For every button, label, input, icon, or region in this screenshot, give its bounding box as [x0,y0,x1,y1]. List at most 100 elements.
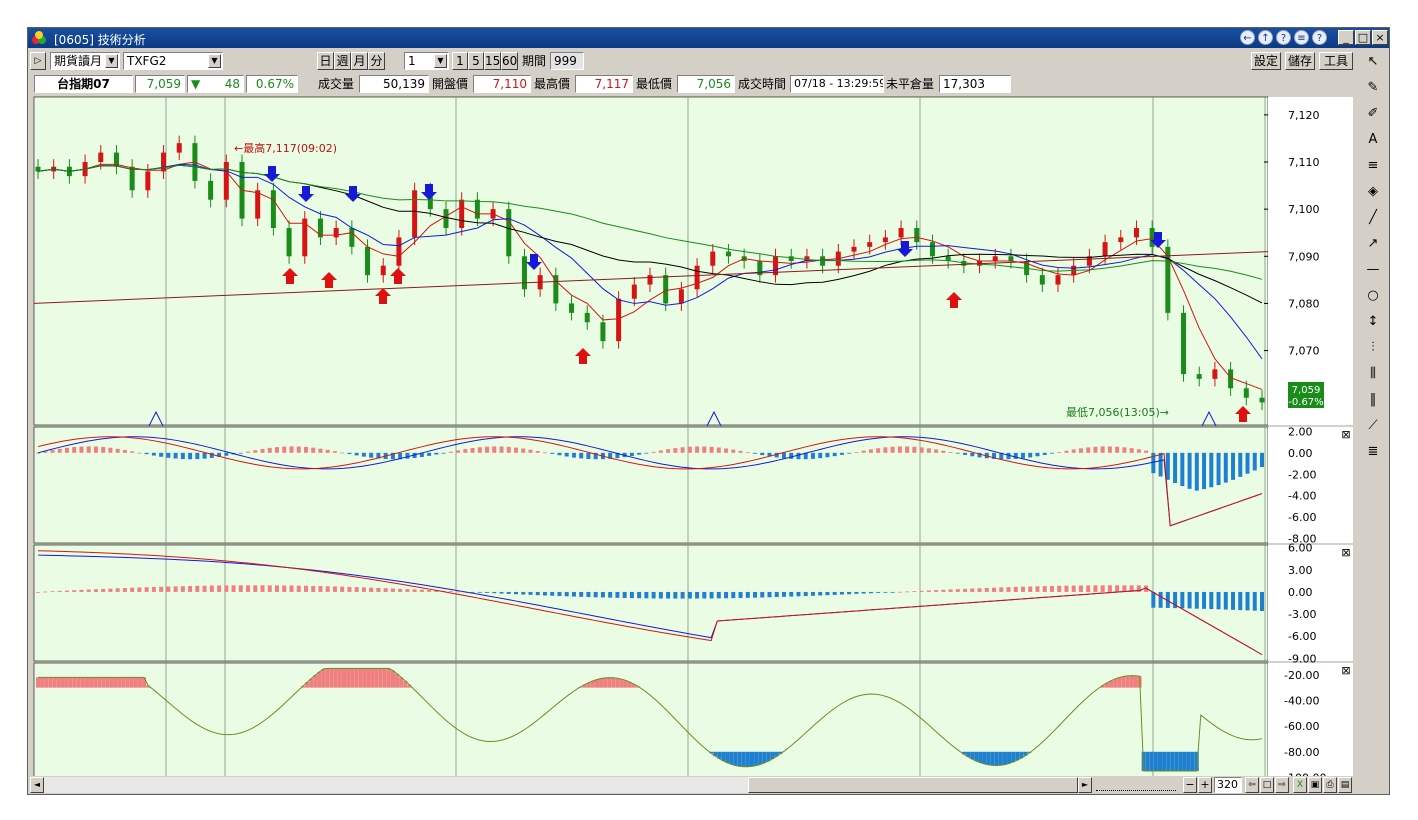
zoom-value[interactable]: 320 [1214,777,1242,793]
oversold-area [741,751,746,767]
stop-icon[interactable]: □ [1260,777,1274,793]
play-icon[interactable]: ▷ [30,52,46,70]
period-week-button[interactable]: 週 [334,52,351,70]
horizontal-scrollbar[interactable]: ◄ ► − + 320 ⇦ □ ⇨ X ▣ ⎙ ▤ [28,777,1389,794]
macd-histogram-bar [361,587,366,592]
tools-button[interactable]: 工具 [1319,52,1353,70]
candle-body [176,143,182,153]
bars-icon[interactable]: ⫼ [1363,364,1383,384]
help-icon[interactable]: ? [1312,30,1327,45]
macd1-tick-label: -2.00 [1288,468,1316,481]
minute-5-button[interactable]: 5 [468,52,484,70]
zoom-in-icon[interactable]: + [1198,777,1212,793]
candle-body [129,166,135,191]
scroll-track[interactable] [44,777,748,793]
title-bar[interactable]: [0605] 技術分析 ← ↑ ? ≡ ? _ □ × [28,28,1389,48]
fib-icon[interactable]: ≣ [1363,442,1383,462]
interval-select[interactable]: 1 ▼ [404,52,449,70]
macd-histogram-bar [839,452,844,455]
zoom-out-icon[interactable]: − [1183,777,1197,793]
macd-histogram-bar [796,591,801,597]
back-arrow-icon[interactable]: ⇦ [1245,777,1259,793]
period-input[interactable]: 999 [550,52,584,70]
oversold-area [998,751,1003,766]
macd-histogram-bar [1158,452,1163,477]
macd-histogram-bar [202,452,207,459]
candle-body [914,228,920,243]
macd-histogram-bar [231,585,236,592]
back-icon[interactable]: ← [1240,30,1255,45]
macd-histogram-bar [658,450,663,453]
vlines-icon[interactable]: ‖ [1363,390,1383,410]
candle-icon[interactable]: ⫶ [1363,338,1383,358]
macd-histogram-bar [651,451,656,453]
low-label: 最低價 [636,77,673,91]
period-day-button[interactable]: 日 [317,52,334,70]
minute-60-button[interactable]: 60 [501,52,518,70]
list-icon[interactable]: ≡ [1294,30,1309,45]
macd-histogram-bar [528,449,533,453]
eraser-all-icon[interactable]: ✐ [1363,104,1383,124]
macd-histogram-bar [934,590,939,592]
minute-1-button[interactable]: 1 [452,52,468,70]
line-icon[interactable]: ╱ [1363,208,1383,228]
macd-histogram-bar [456,450,461,453]
candle-body [1212,369,1218,379]
save-button[interactable]: 儲存 [1285,52,1315,70]
vline-icon[interactable]: ↕ [1363,312,1383,332]
macd-histogram-bar [514,591,519,595]
minute-15-button[interactable]: 15 [484,52,501,70]
macd-histogram-bar [876,448,881,453]
minimize-button[interactable]: _ [1338,30,1354,45]
macd-histogram-bar [441,452,446,454]
macd-histogram-bar [499,446,504,453]
macd-histogram-bar [644,591,649,599]
hline-icon[interactable]: — [1363,260,1383,280]
excel-icon[interactable]: X [1293,777,1307,793]
text-icon[interactable]: A [1363,130,1383,150]
up-icon[interactable]: ↑ [1258,30,1273,45]
forward-arrow-icon[interactable]: ⇨ [1275,777,1289,793]
scroll-right-icon[interactable]: ► [1078,777,1092,793]
product-type-select[interactable]: 期貨讀月 ▼ [50,52,120,70]
period-month-button[interactable]: 月 [351,52,368,70]
arrow-icon[interactable]: ↗ [1363,234,1383,254]
candle-body [710,251,716,266]
macd-histogram-bar [64,590,69,592]
fill-icon[interactable]: ◈ [1363,182,1383,202]
scroll-left-icon[interactable]: ◄ [30,777,44,793]
macd-histogram-bar [716,591,721,599]
circle-icon[interactable]: ○ [1363,286,1383,306]
macd-histogram-bar [615,591,620,598]
close-button[interactable]: × [1372,30,1388,45]
macd-histogram-bar [781,591,786,597]
macd2-tick-label: -9.00 [1288,652,1316,665]
period-minute-button[interactable]: 分 [368,52,385,70]
maximize-button[interactable]: □ [1355,30,1371,45]
macd-histogram-bar [1202,452,1207,490]
candle-body [270,190,276,228]
image-icon[interactable]: ▤ [1338,777,1352,793]
macd-histogram-bar [195,452,200,460]
info-icon[interactable]: ? [1276,30,1291,45]
macd-histogram-bar [492,446,497,453]
save-disk-icon[interactable]: ▣ [1308,777,1322,793]
pointer-icon[interactable]: ↖ [1363,52,1383,72]
oversold-area [1158,751,1162,772]
macd-histogram-bar [883,591,888,593]
eraser-icon[interactable]: ✎ [1363,78,1383,98]
macd-histogram-bar [1093,585,1098,592]
chart-area[interactable]: ⊠ ⊠ ⊠ 7,120 7,110 7,100 7,090 7,080 7,070 ←最高7,11… [28,96,1358,776]
zoom-slider[interactable] [1096,780,1176,791]
settings-button[interactable]: 設定 [1251,52,1281,70]
symbol-select[interactable]: TXFG2 ▼ [123,52,223,70]
macd-histogram-bar [398,588,403,592]
overbought-area [619,679,624,688]
fan-icon[interactable]: ⟋ [1363,416,1383,436]
toolbar: ▷ 期貨讀月 ▼ TXFG2 ▼ 日 週 月 分 1 ▼ 1 5 15 60 期間 9… [28,50,1389,72]
overbought-area [317,671,322,688]
macd-histogram-bar [1209,591,1214,610]
print-icon[interactable]: ⎙ [1323,777,1337,793]
lines-icon[interactable]: ≡ [1363,156,1383,176]
scroll-thumb[interactable] [748,777,1078,793]
